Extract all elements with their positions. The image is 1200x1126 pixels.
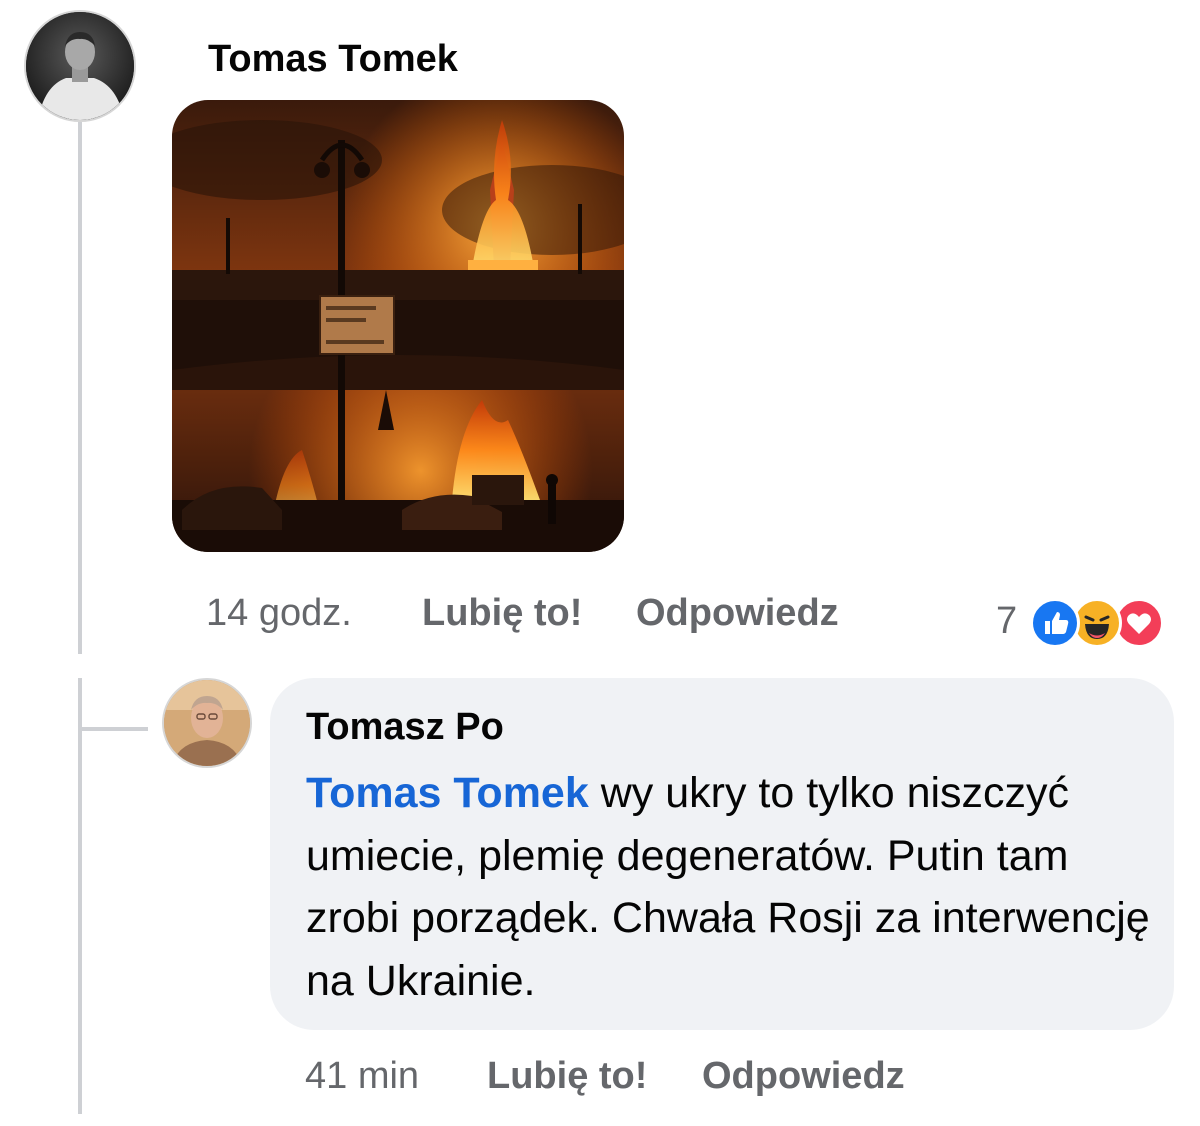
thread-line-branch [82, 727, 148, 731]
like-icon [1030, 598, 1080, 648]
reply-text: Tomas Tomek wy ukry to tylko niszczyć um… [306, 762, 1156, 1012]
reply-reply-button[interactable]: Odpowiedz [702, 1055, 905, 1098]
mention-link[interactable]: Tomas Tomek [306, 769, 589, 817]
avatar[interactable] [24, 10, 136, 122]
post-author-name[interactable]: Tomas Tomek [208, 38, 458, 81]
reaction-count: 7 [996, 600, 1018, 642]
burning-city-illustration-icon [172, 100, 624, 552]
avatar-man-white-shirt-icon [26, 12, 134, 120]
post-image[interactable] [172, 100, 624, 552]
post-timestamp[interactable]: 14 godz. [206, 592, 352, 635]
thread-line-reply [78, 678, 82, 1114]
reply-author-name[interactable]: Tomasz Po [306, 706, 504, 749]
thread-line-main [78, 122, 82, 654]
post-reply-button[interactable]: Odpowiedz [636, 592, 839, 635]
reply-timestamp[interactable]: 41 min [305, 1055, 419, 1098]
avatar-older-man-icon [164, 680, 250, 766]
post-like-button[interactable]: Lubię to! [422, 592, 582, 635]
reply-avatar[interactable] [162, 678, 252, 768]
reply-like-button[interactable]: Lubię to! [487, 1055, 647, 1098]
